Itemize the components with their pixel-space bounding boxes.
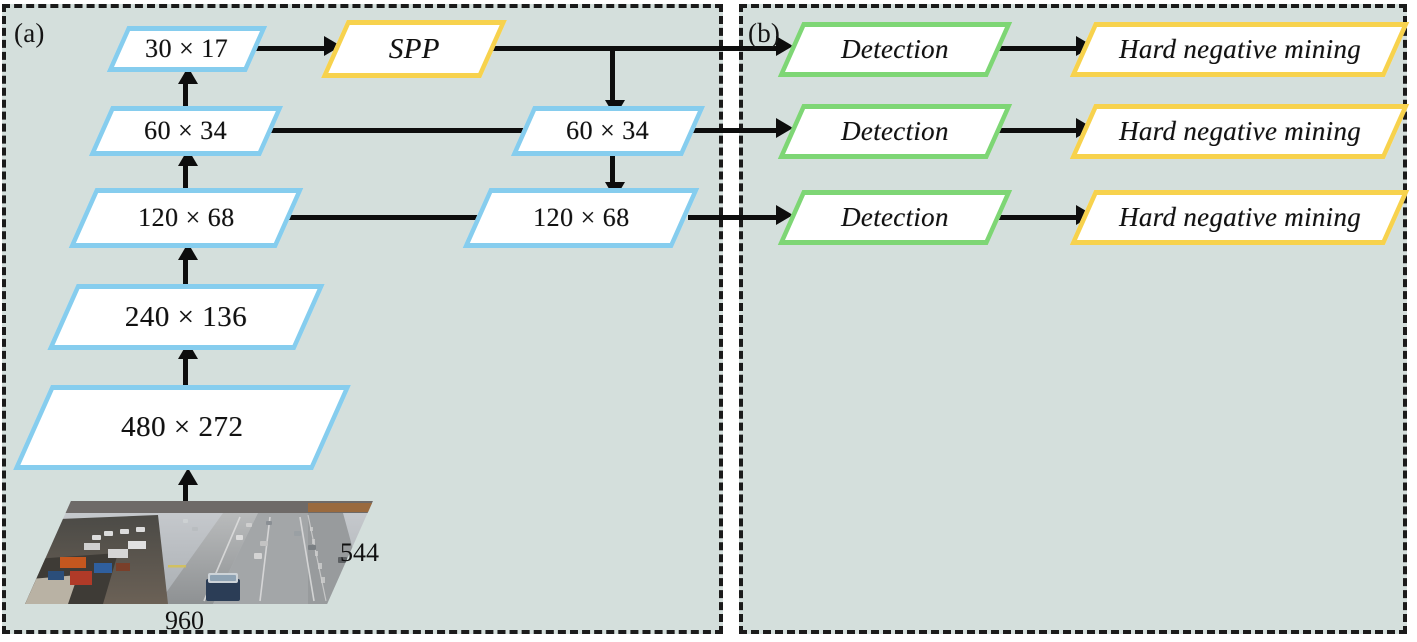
arrow-lateral-120x68 <box>270 215 502 220</box>
node-detection-3[interactable]: Detection <box>777 190 1013 245</box>
node-mining-2[interactable]: Hard negative mining <box>1069 104 1410 159</box>
node-level-30x17[interactable]: 30 × 17 <box>106 26 268 72</box>
node-fpn-120x68-label: 120 × 68 <box>532 203 630 232</box>
arrow-spp-out-top <box>480 46 780 51</box>
node-level-60x34-label: 60 × 34 <box>144 116 228 145</box>
node-level-240x136[interactable]: 240 × 136 <box>47 284 325 350</box>
arrow-detection2-to-mining2 <box>998 128 1080 133</box>
input-width-label: 960 <box>165 606 204 635</box>
node-detection-2-label: Detection <box>841 116 949 146</box>
node-level-60x34[interactable]: 60 × 34 <box>88 106 284 156</box>
node-fpn-120x68[interactable]: 120 × 68 <box>462 188 700 248</box>
traffic-scene-illustration <box>25 501 373 604</box>
arrow-lateral-60x34 <box>250 128 540 133</box>
node-level-30x17-label: 30 × 17 <box>145 34 229 63</box>
node-detection-1-label: Detection <box>841 34 949 64</box>
arrow-fpn60-to-detection2 <box>688 128 780 133</box>
input-image[interactable] <box>25 501 373 604</box>
node-level-480x272-label: 480 × 272 <box>120 411 244 443</box>
arrow-fpn120-to-detection3 <box>688 215 780 220</box>
diagram-canvas: (a) 480 × 272 240 × 136 120 × 68 60 × 34… <box>0 0 1417 642</box>
node-mining-1-label: Hard negative mining <box>1118 34 1361 64</box>
input-image-content <box>25 501 373 604</box>
node-detection-1[interactable]: Detection <box>777 22 1013 77</box>
node-mining-1[interactable]: Hard negative mining <box>1069 22 1410 77</box>
node-mining-3-label: Hard negative mining <box>1118 202 1361 232</box>
node-spp-label: SPP <box>388 32 440 65</box>
node-spp[interactable]: SPP <box>321 20 507 78</box>
arrow-detection3-to-mining3 <box>998 215 1080 220</box>
node-mining-2-label: Hard negative mining <box>1118 116 1361 146</box>
node-fpn-60x34[interactable]: 60 × 34 <box>510 106 706 156</box>
node-detection-2[interactable]: Detection <box>777 104 1013 159</box>
panel-a-label: (a) <box>14 18 45 48</box>
arrow-detection1-to-mining1 <box>998 46 1080 51</box>
panel-b-detection <box>739 4 1407 634</box>
arrow-240-to-120 <box>183 256 188 286</box>
node-level-240x136-label: 240 × 136 <box>124 300 248 333</box>
arrow-input-to-480-head <box>178 468 198 485</box>
input-height-label: 544 <box>340 538 379 567</box>
panel-b-label: (b) <box>748 18 781 48</box>
node-level-120x68-label: 120 × 68 <box>137 203 235 232</box>
node-fpn-60x34-label: 60 × 34 <box>566 116 650 145</box>
node-mining-3[interactable]: Hard negative mining <box>1069 190 1410 245</box>
arrow-60-to-30 <box>183 80 188 108</box>
arrow-spp-branch-down <box>610 48 615 103</box>
node-level-120x68[interactable]: 120 × 68 <box>68 188 304 248</box>
node-detection-3-label: Detection <box>841 202 949 232</box>
node-level-480x272[interactable]: 480 × 272 <box>13 385 351 470</box>
arrow-fpn-60-to-120 <box>610 155 615 185</box>
